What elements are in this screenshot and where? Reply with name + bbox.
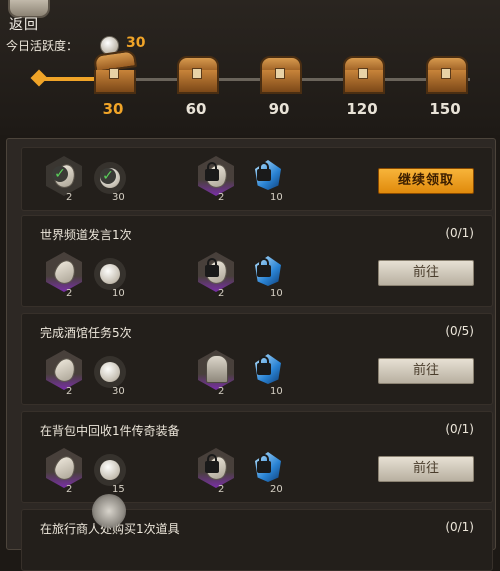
- treasure-chest-icon[interactable]: [424, 56, 468, 94]
- reward-item: ✓ 2: [42, 156, 90, 206]
- task-title: 世界频道发言1次: [40, 228, 132, 242]
- lock-icon: [257, 454, 271, 473]
- lock-icon: [257, 356, 271, 375]
- lock-icon: [205, 162, 219, 181]
- reward-count: 10: [270, 386, 283, 397]
- reward-item: 10: [246, 156, 294, 206]
- reward-item: ✓ 30: [88, 156, 136, 206]
- back-button[interactable]: 返回: [9, 14, 39, 34]
- reward-item: 10: [246, 350, 294, 400]
- task-progress: (0/5): [445, 324, 474, 338]
- claim-button[interactable]: 继续领取: [378, 168, 474, 194]
- reward-item: 2: [194, 252, 242, 302]
- go-button[interactable]: 前往: [378, 358, 474, 384]
- reward-count: 30: [112, 386, 125, 397]
- treasure-chest-icon[interactable]: [175, 56, 219, 94]
- task-card: ✓ 2 ✓ 30 2 10 继续领取: [21, 147, 493, 211]
- task-title: 完成酒馆任务5次: [40, 326, 132, 340]
- reward-item: 2: [42, 350, 90, 400]
- reward-item: 2: [194, 448, 242, 498]
- go-button[interactable]: 前往: [378, 260, 474, 286]
- milestone-label: 90: [268, 100, 290, 118]
- milestone-label: 60: [185, 100, 207, 118]
- reward-count: 20: [270, 484, 283, 495]
- reward-item: 10: [246, 252, 294, 302]
- task-card: 在旅行商人处购买1次道具 (0/1): [21, 509, 493, 571]
- task-title: 在背包中回收1件传奇装备: [40, 424, 180, 438]
- task-progress: (0/1): [445, 226, 474, 240]
- milestone-label: 120: [346, 100, 378, 118]
- task-card: 世界频道发言1次 (0/1) 2 10 2 10 前往: [21, 215, 493, 307]
- reward-item: 10: [88, 252, 136, 302]
- reward-item: 2: [42, 252, 90, 302]
- lock-icon: [257, 258, 271, 277]
- task-card: 在背包中回收1件传奇装备 (0/1) 2 15 2 20 前往: [21, 411, 493, 503]
- task-card: 完成酒馆任务5次 (0/5) 2 30 2 10 前往: [21, 313, 493, 405]
- reward-item: 2: [42, 448, 90, 498]
- lock-icon: [257, 162, 271, 181]
- track-start-diamond-icon: [30, 69, 48, 87]
- lock-icon: [205, 454, 219, 473]
- reward-item: 15: [88, 448, 136, 498]
- task-progress: (0/1): [445, 422, 474, 436]
- activity-label: 今日活跃度：: [6, 39, 79, 53]
- treasure-chest-icon[interactable]: [258, 56, 302, 94]
- tombstone-icon: [206, 355, 228, 383]
- treasure-chest-icon[interactable]: [341, 56, 385, 94]
- reward-item: 20: [246, 448, 294, 498]
- check-icon: ✓: [52, 166, 68, 182]
- reward-item: 2: [194, 156, 242, 206]
- go-button[interactable]: 前往: [378, 456, 474, 482]
- reward-count: 30: [112, 192, 125, 203]
- activity-value: 30: [126, 35, 146, 51]
- reward-count: 15: [112, 484, 125, 495]
- reward-count: 10: [270, 288, 283, 299]
- reward-count: 10: [270, 192, 283, 203]
- reward-count: 10: [112, 288, 125, 299]
- reward-item: 2: [194, 350, 242, 400]
- check-icon: ✓: [100, 168, 116, 184]
- task-progress: (0/1): [445, 520, 474, 534]
- reward-item: 30: [88, 350, 136, 400]
- touch-indicator: [92, 494, 126, 528]
- treasure-chest-icon[interactable]: [92, 49, 138, 94]
- milestone-label: 30: [102, 100, 124, 118]
- lock-icon: [205, 258, 219, 277]
- header-bar: 返回 今日活跃度： 30 30 60 90 120 150: [0, 0, 500, 135]
- task-list-panel[interactable]: ✓ 2 ✓ 30 2 10 继续领取 世界频道发言1次 (0/1) 2 10 2…: [6, 138, 496, 571]
- milestone-label: 150: [429, 100, 461, 118]
